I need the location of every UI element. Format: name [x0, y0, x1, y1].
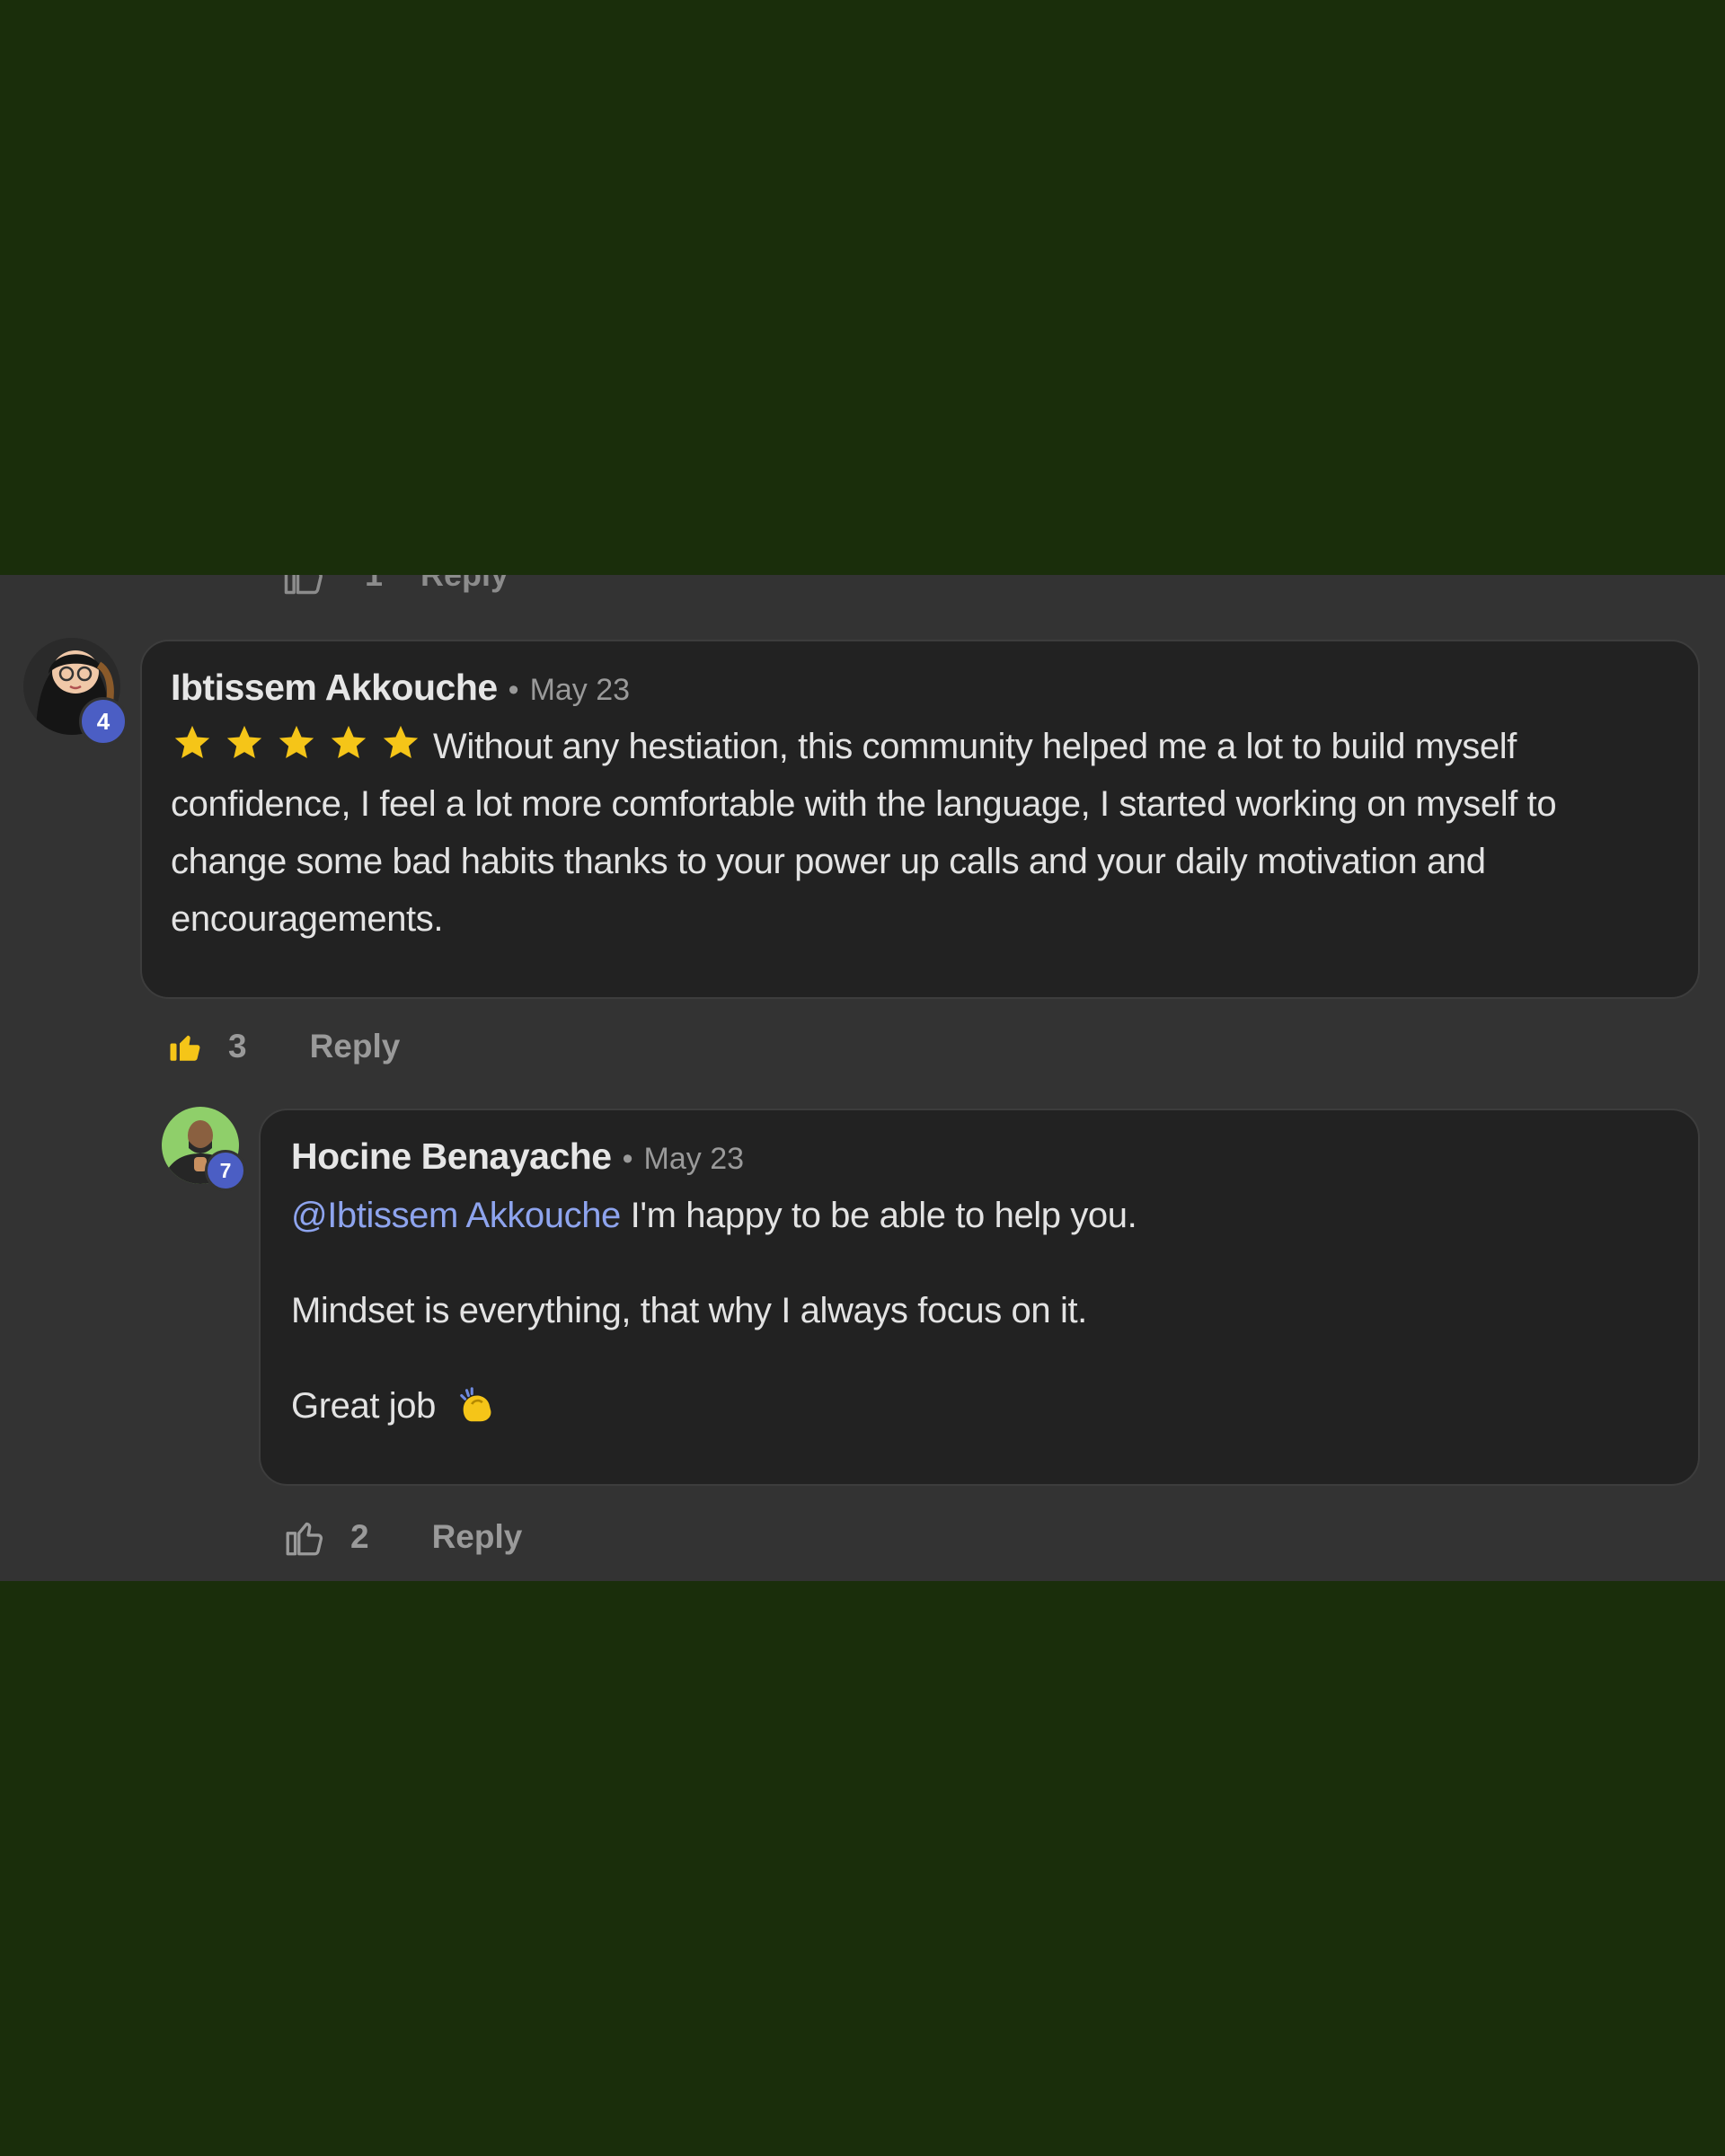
thumbs-up-outline-icon[interactable] [280, 575, 327, 598]
reply-text: I'm happy to be able to help you. [630, 1196, 1137, 1235]
date-separator: • [508, 673, 519, 707]
reply-button[interactable]: Reply [310, 1028, 401, 1065]
comment-actions: 3 Reply [167, 1028, 400, 1065]
previous-reply-button[interactable]: Reply [420, 575, 509, 594]
like-count: 2 [350, 1518, 369, 1555]
reply-actions: 2 Reply [282, 1515, 522, 1560]
level-badge: 4 [79, 697, 128, 746]
reply-line-1: @Ibtissem Akkouche I'm happy to be able … [291, 1187, 1668, 1244]
star-icon [226, 725, 262, 759]
reply-text: Great job [291, 1386, 436, 1426]
star-icon [383, 725, 419, 759]
author-name[interactable]: Hocine Benayache [291, 1135, 612, 1178]
level-badge: 7 [205, 1150, 246, 1191]
star-icon [174, 725, 210, 759]
star-icon [279, 725, 314, 759]
thumbs-up-outline-icon[interactable] [282, 1515, 327, 1560]
previous-comment-actions: 1 Reply [280, 575, 509, 598]
comment-header: Ibtissem Akkouche • May 23 [171, 667, 1669, 709]
reply-body: @Ibtissem Akkouche I'm happy to be able … [291, 1187, 1668, 1435]
comment-body: Without any hestiation, this community h… [171, 718, 1669, 948]
reply-line-2: Mindset is everything, that why I always… [291, 1291, 1087, 1330]
avatar-hocine[interactable]: 7 [162, 1107, 246, 1191]
comments-panel: 1 Reply 4 Ibtissem Akkouche • May 23 [0, 575, 1725, 1581]
comment-bubble: Ibtissem Akkouche • May 23 Without any h… [140, 640, 1700, 999]
mention-link[interactable]: @Ibtissem Akkouche [291, 1196, 621, 1235]
avatar-ibtissem[interactable]: 4 [23, 638, 128, 746]
comment-header: Hocine Benayache • May 23 [291, 1135, 1668, 1178]
clapping-hands-icon [459, 1387, 491, 1422]
like-count: 3 [228, 1028, 247, 1065]
previous-like-count: 1 [365, 575, 383, 594]
date-separator: • [622, 1142, 633, 1176]
thumbs-up-filled-icon[interactable] [167, 1028, 205, 1065]
author-name[interactable]: Ibtissem Akkouche [171, 667, 498, 709]
reply-bubble: Hocine Benayache • May 23 @Ibtissem Akko… [259, 1109, 1700, 1486]
comment-date: May 23 [643, 1142, 745, 1176]
reply-line-3: Great job [291, 1377, 1668, 1435]
comment-date: May 23 [529, 673, 631, 707]
star-icon [331, 725, 367, 759]
five-star-rating [171, 722, 422, 764]
reply-button[interactable]: Reply [432, 1518, 523, 1556]
